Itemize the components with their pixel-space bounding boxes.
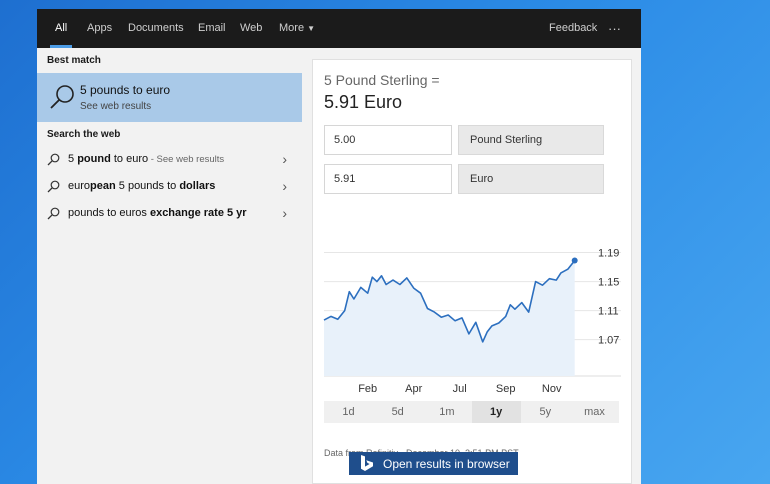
range-button-5y[interactable]: 5y — [521, 401, 570, 423]
chevron-right-icon: › — [282, 178, 287, 194]
x-tick-label: Feb — [358, 383, 377, 395]
range-button-1y[interactable]: 1y — [471, 401, 521, 423]
tab-documents[interactable]: Documents — [128, 9, 184, 48]
web-result-text-part: euro — [68, 180, 91, 192]
y-tick-label: 1.19 — [598, 248, 619, 260]
results-list: Best match 5 pounds to euro See web resu… — [37, 48, 302, 484]
x-tick-label: Sep — [496, 383, 516, 395]
search-icon — [47, 180, 60, 193]
web-result-item[interactable]: pounds to euros exchange rate 5 yr › — [37, 203, 302, 225]
search-tabs-bar: All Apps Documents Email Web More ▼ Feedb… — [37, 9, 641, 48]
web-result-item[interactable]: 5 pound to euro - See web results › — [37, 149, 302, 171]
search-icon — [47, 153, 60, 166]
search-panel: All Apps Documents Email Web More ▼ Feedb… — [37, 9, 641, 484]
best-match-heading: Best match — [47, 55, 101, 66]
currency-converter-card: 5 Pound Sterling = 5.91 Euro 5.00 Pound … — [312, 59, 632, 484]
search-icon — [50, 85, 74, 109]
tab-apps[interactable]: Apps — [87, 9, 112, 48]
web-result-text: pounds to euros exchange rate 5 yr — [68, 207, 247, 219]
y-tick-label: 1.15 — [598, 277, 619, 289]
web-result-text: 5 pound to euro - See web results — [68, 153, 224, 165]
search-web-heading: Search the web — [47, 129, 121, 140]
last-point-marker — [571, 257, 578, 264]
range-button-1d[interactable]: 1d — [324, 401, 373, 423]
web-result-text-part: pound — [77, 153, 111, 165]
more-options-icon[interactable]: ··· — [608, 9, 621, 48]
tab-all[interactable]: All — [49, 9, 73, 48]
range-button-5d[interactable]: 5d — [373, 401, 422, 423]
from-currency-select[interactable]: Pound Sterling — [458, 125, 604, 155]
open-in-browser-label: Open results in browser — [383, 457, 510, 471]
feedback-link[interactable]: Feedback — [549, 9, 597, 48]
web-result-text-part: exchange rate 5 yr — [149, 207, 247, 219]
to-amount-input[interactable]: 5.91 — [324, 164, 452, 194]
web-result-text: european 5 pounds to dollars — [68, 180, 215, 192]
web-result-text-part: pounds to euros — [68, 207, 150, 219]
x-tick-label: Apr — [405, 383, 422, 395]
search-icon — [47, 207, 60, 220]
from-amount-input[interactable]: 5.00 — [324, 125, 452, 155]
conversion-result: 5.91 Euro — [324, 92, 403, 112]
web-result-text-part: 5 — [68, 153, 78, 165]
exchange-rate-chart: 1.19 1.15 1.11 1.07 Feb Apr Jul Sep Nov — [323, 248, 621, 395]
tab-email[interactable]: Email — [198, 9, 226, 48]
tab-web[interactable]: Web — [240, 9, 262, 48]
web-result-text-part: pean — [90, 180, 116, 192]
x-tick-label: Nov — [542, 383, 562, 395]
desktop: { "tabs": ["All", "Apps", "Documents", "… — [0, 0, 770, 484]
chevron-right-icon: › — [282, 205, 287, 221]
range-selector: 1d 5d 1m 1y 5y max — [324, 401, 619, 423]
range-button-max[interactable]: max — [570, 401, 619, 423]
tab-more[interactable]: More ▼ — [279, 9, 315, 48]
range-button-1m[interactable]: 1m — [422, 401, 471, 423]
y-tick-label: 1.11 — [598, 306, 619, 318]
series-area — [324, 260, 575, 376]
bing-logo-icon — [361, 455, 373, 471]
web-result-text-part: to euro — [110, 153, 149, 165]
chevron-right-icon: › — [282, 151, 287, 167]
chevron-down-icon: ▼ — [307, 24, 315, 33]
best-match-subtitle: See web results — [80, 101, 152, 112]
x-tick-label: Jul — [453, 383, 467, 395]
web-result-text-part: dollars — [179, 180, 216, 192]
best-match-item[interactable]: 5 pounds to euro See web results — [37, 73, 302, 122]
y-tick-label: 1.07 — [598, 335, 619, 347]
web-result-text-part: 5 pounds to — [115, 180, 180, 192]
web-result-item[interactable]: european 5 pounds to dollars › — [37, 176, 302, 198]
web-result-hint: - See web results — [148, 154, 225, 165]
conversion-heading: 5 Pound Sterling = — [324, 72, 440, 88]
to-currency-select[interactable]: Euro — [458, 164, 604, 194]
tab-more-label: More — [279, 22, 305, 34]
best-match-title: 5 pounds to euro — [80, 83, 171, 97]
open-in-browser-button[interactable]: Open results in browser — [349, 452, 518, 475]
